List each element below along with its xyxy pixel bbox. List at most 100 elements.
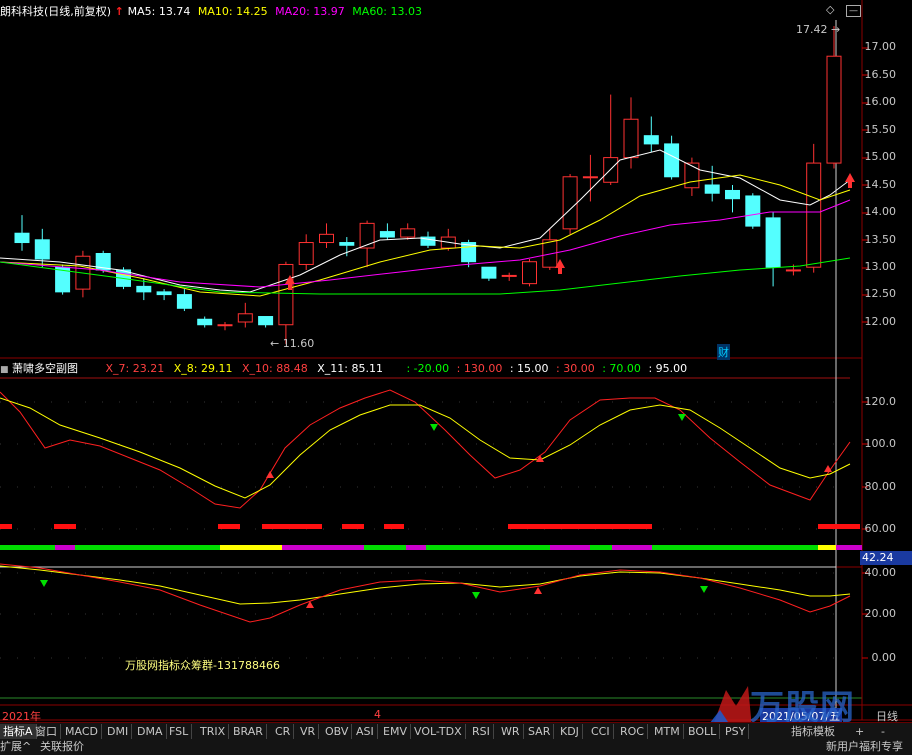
tab-dma[interactable]: DMA: [134, 724, 167, 739]
tab-obv[interactable]: OBV: [322, 724, 353, 739]
candle-body: [319, 233, 334, 244]
trend-strip: [75, 545, 220, 550]
tab-rsi[interactable]: RSI: [469, 724, 494, 739]
trend-strip: [550, 545, 590, 550]
x10-value: X_10: 88.48: [241, 362, 308, 375]
trend-strip: [0, 545, 55, 550]
y-tick: 15.00: [864, 150, 897, 163]
sub1-menu-icon[interactable]: ■: [0, 365, 9, 375]
sub1-header: ■ 萧啸多空副图 X_7: 23.21 X_8: 29.11 X_10: 88.…: [0, 361, 687, 377]
tab-indicator-template[interactable]: 指标模板: [788, 724, 838, 739]
tab-cci[interactable]: CCI: [588, 724, 614, 739]
y-tick: 100.0: [864, 437, 897, 450]
trend-strip: [220, 545, 282, 550]
sell-arrow-icon: [40, 580, 48, 587]
tab-boll[interactable]: BOLL: [685, 724, 721, 739]
tab-mtm[interactable]: MTM: [651, 724, 684, 739]
window-controls: ◇ —: [826, 3, 861, 17]
tab-emv[interactable]: EMV: [380, 724, 411, 739]
tab-vol-tdx[interactable]: VOL-TDX: [411, 724, 466, 739]
candle-body: [197, 318, 213, 326]
v5-value: : 70.00: [602, 362, 641, 375]
tab-trix[interactable]: TRIX: [197, 724, 230, 739]
tab-brar[interactable]: BRAR: [230, 724, 267, 739]
promo-link[interactable]: 新用户福利专享: [826, 739, 903, 755]
signal-bar: [218, 524, 240, 529]
candle-body: [237, 313, 253, 323]
timeline-month: 4: [374, 708, 381, 721]
candle-body: [501, 274, 517, 277]
trend-strip: [426, 545, 550, 550]
expand-button[interactable]: 扩展^: [0, 739, 31, 755]
sub2-yellow-line: [0, 565, 851, 605]
trend-strip: [282, 545, 364, 550]
ma60-value: MA60: 13.03: [352, 5, 423, 18]
y-tick: 15.50: [864, 123, 897, 136]
candle-body: [684, 162, 700, 189]
candle-body: [278, 263, 294, 326]
buy-arrow-icon: [266, 471, 274, 478]
tab-psy[interactable]: PSY: [722, 724, 750, 739]
candle-body: [745, 195, 761, 227]
candle-body: [339, 242, 355, 246]
signal-bar: [0, 524, 12, 529]
candle-body: [785, 269, 801, 272]
y-tick: 14.50: [864, 178, 897, 191]
ma10-value: MA10: 14.25: [197, 5, 268, 18]
restore-icon[interactable]: —: [845, 5, 861, 17]
sub2-current-value: 42.24: [860, 551, 912, 565]
related-quote-button[interactable]: 关联报价: [40, 739, 84, 755]
signal-bar: [262, 524, 322, 529]
tab-dmi[interactable]: DMI: [104, 724, 133, 739]
trend-strip: [836, 545, 862, 550]
ma20-value: MA20: 13.97: [275, 5, 345, 18]
v6-value: : 95.00: [648, 362, 688, 375]
candle-body: [379, 231, 395, 238]
add-tab-button[interactable]: +: [852, 724, 867, 739]
candle-body: [643, 135, 659, 145]
trend-strip: [590, 545, 612, 550]
tab-roc[interactable]: ROC: [617, 724, 648, 739]
y-tick: 0.00: [871, 651, 897, 664]
tab-sar[interactable]: SAR: [525, 724, 555, 739]
price-chart[interactable]: [0, 0, 912, 755]
y-tick: 20.00: [864, 607, 897, 620]
stock-title[interactable]: 朗科科技(日线,前复权): [0, 5, 111, 18]
candle-body: [400, 228, 416, 238]
minus-tab-button[interactable]: -: [878, 724, 888, 739]
candle-body: [258, 316, 274, 326]
sell-arrow-icon: [430, 424, 438, 431]
v4-value: : 30.00: [556, 362, 595, 375]
trend-strip: [406, 545, 426, 550]
candle-body: [725, 189, 740, 200]
trend-strip: [612, 545, 652, 550]
tab-window[interactable]: 窗口: [32, 724, 61, 739]
status-bar: 扩展^ 关联报价 新用户福利专享: [0, 739, 912, 755]
candle-body: [704, 184, 720, 194]
candle-body: [14, 232, 30, 244]
x11-value: X_11: 85.11: [317, 362, 383, 375]
y-tick: 17.00: [864, 40, 897, 53]
sub1-name[interactable]: 萧啸多空副图: [12, 362, 78, 375]
candle-body: [562, 176, 578, 230]
tab-macd[interactable]: MACD: [62, 724, 102, 739]
up-arrow-icon: ↑: [114, 5, 128, 18]
tab-vr[interactable]: VR: [297, 724, 320, 739]
x8-value: X_8: 29.11: [173, 362, 233, 375]
tab-fsl[interactable]: FSL: [166, 724, 193, 739]
main-header: 朗科科技(日线,前复权) ↑ MA5: 13.74 MA10: 14.25 MA…: [0, 4, 422, 20]
indicator-tab-bar: 指标A 窗口 MACD DMI DMA FSL TRIX BRAR CR VR …: [0, 722, 912, 740]
finance-marker[interactable]: 财: [717, 344, 730, 360]
diamond-icon[interactable]: ◇: [826, 3, 834, 16]
candle-body: [765, 217, 781, 268]
buy-arrow-icon: [534, 587, 542, 594]
candle-body: [522, 261, 537, 285]
y-tick: 12.00: [864, 315, 897, 328]
y-tick: 13.00: [864, 260, 897, 273]
y-tick: 40.00: [864, 566, 897, 579]
tab-kdj[interactable]: KDJ: [557, 724, 583, 739]
candle-body: [806, 162, 822, 268]
tab-asi[interactable]: ASI: [353, 724, 378, 739]
tab-cr[interactable]: CR: [272, 724, 295, 739]
tab-wr[interactable]: WR: [498, 724, 524, 739]
